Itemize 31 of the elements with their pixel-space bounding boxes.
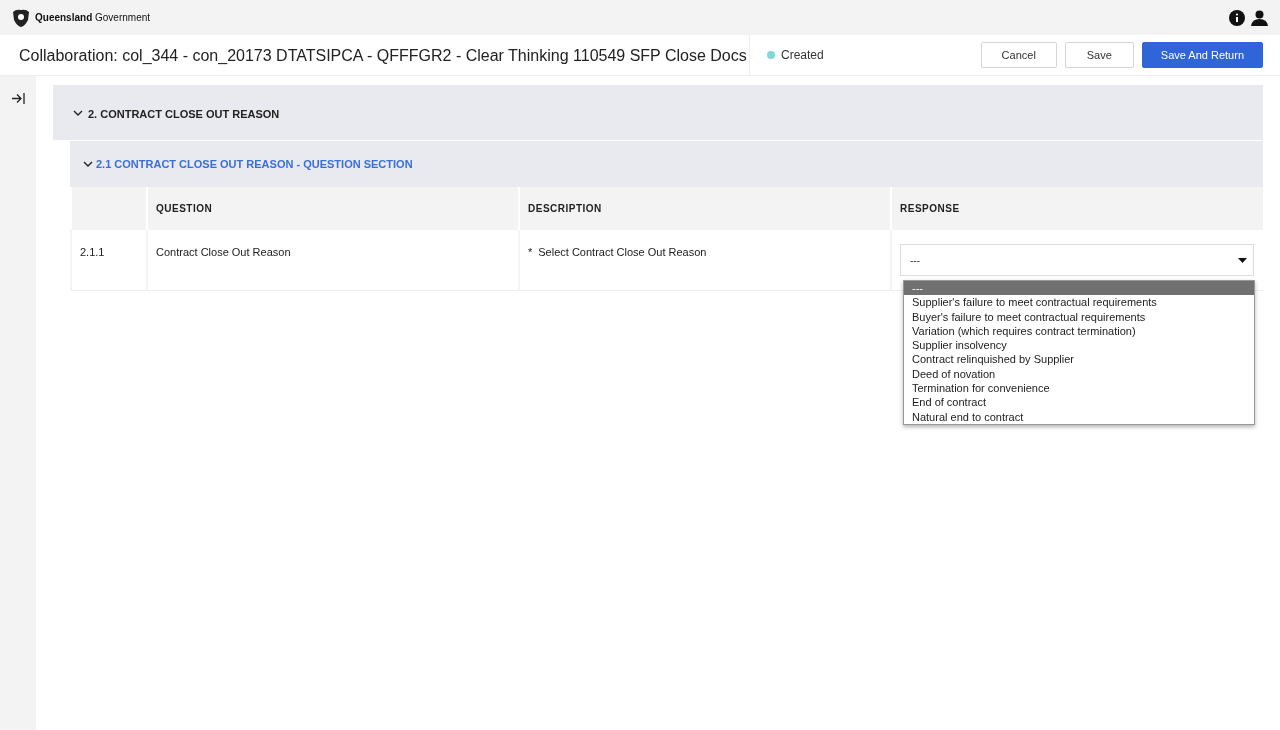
required-mark: * [528, 246, 533, 258]
subsection-header[interactable]: 2.1 CONTRACT CLOSE OUT REASON - QUESTION SECTION [70, 141, 1263, 187]
chevron-down-icon[interactable] [83, 159, 93, 169]
user-icon[interactable] [1251, 9, 1268, 26]
response-dropdown[interactable]: --- [900, 244, 1254, 276]
expand-panel-icon[interactable] [10, 92, 26, 105]
dropdown-option[interactable]: Supplier's failure to meet contractual requirements [904, 295, 1254, 310]
subsection-title: 2.1 CONTRACT CLOSE OUT REASON - QUESTION SECTION [96, 158, 413, 170]
status-label: Created [781, 48, 824, 62]
action-button[interactable]: Save [1064, 42, 1134, 68]
brand-name: Queensland Government [35, 12, 151, 23]
section-title: 2. CONTRACT CLOSE OUT REASON [88, 107, 280, 120]
info-icon[interactable] [1229, 9, 1245, 26]
caret-down-icon [1238, 257, 1247, 263]
crest-logo-icon [10, 7, 32, 28]
dropdown-option[interactable]: Termination for convenience [904, 381, 1254, 396]
column-header: DESCRIPTION [518, 187, 890, 230]
column-header: RESPONSE [890, 187, 1263, 230]
question-text: Contract Close Out Reason [156, 246, 291, 258]
column-header: QUESTION [146, 187, 518, 230]
dropdown-option[interactable]: End of contract [904, 395, 1254, 410]
dropdown-option[interactable]: Supplier insolvency [904, 338, 1254, 353]
save-and-return-button[interactable]: Save And Return [1141, 42, 1263, 68]
dropdown-option[interactable]: Contract relinquished by Supplier [904, 352, 1254, 367]
page-title: Collaboration: col_344 - con_20173 DTATSIPCA - QFFFGR2 - Clear Thinking 110549 SFP Close Docs [0, 34, 750, 76]
question-number: 2.1.1 [80, 246, 105, 258]
dropdown-option[interactable]: --- [904, 281, 1254, 296]
section-header[interactable]: 2. CONTRACT CLOSE OUT REASON [53, 85, 1263, 140]
description-text: Select Contract Close Out Reason [538, 246, 707, 258]
status-dot [767, 51, 775, 59]
action-button[interactable]: Cancel [980, 42, 1057, 68]
